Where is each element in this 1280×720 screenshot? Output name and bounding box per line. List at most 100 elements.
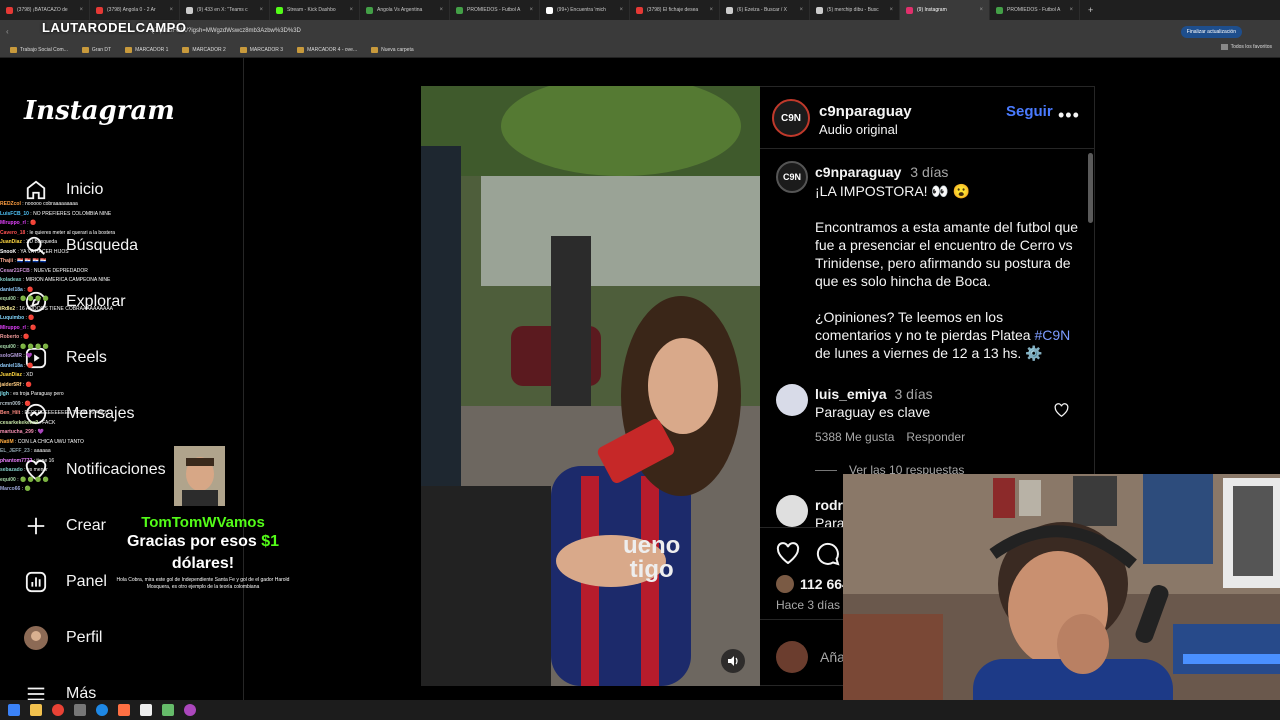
chat-text: 🔴 [23, 334, 30, 340]
bookmark-label: MARCADOR 1 [135, 46, 169, 53]
bookmark-icon [182, 46, 190, 53]
app-icon[interactable] [162, 704, 174, 716]
tab-close-icon[interactable]: × [1069, 7, 1073, 13]
emoji-avatar[interactable] [776, 641, 808, 673]
liker-avatar[interactable] [776, 575, 794, 593]
bookmark-item[interactable]: Nueva carpeta [371, 46, 414, 53]
tab-close-icon[interactable]: × [349, 7, 353, 13]
browser-tab[interactable]: (9) Instagram × [900, 0, 990, 20]
donor-avatar [174, 446, 225, 506]
more-options-icon[interactable]: ••• [1058, 105, 1080, 126]
chat-username: iRdle2 [0, 305, 16, 312]
chat-username: Mlruppo_rl [0, 324, 26, 331]
tab-close-icon[interactable]: × [169, 7, 173, 13]
bookmark-item[interactable]: MARCADOR 3 [239, 46, 283, 53]
new-tab-icon[interactable]: + [1080, 5, 1101, 15]
browser-tab[interactable]: Angola Vs Argentina × [360, 0, 450, 20]
chat-username: rcmn009 [0, 400, 21, 407]
browser-tab[interactable]: (9) 433 en X: "Teams c × [180, 0, 270, 20]
app-icon[interactable] [118, 704, 130, 716]
jersey-sponsor: ueno tigo [623, 534, 680, 582]
chat-username: Cavero_18 [0, 229, 26, 236]
caption-header: c9nparaguay 3 días [815, 164, 948, 180]
sponsor-line-1: ueno [623, 532, 681, 559]
post-video[interactable]: ueno tigo [421, 86, 760, 686]
browser-tab[interactable]: (3798) El fichaje desea × [630, 0, 720, 20]
file-explorer-icon[interactable] [30, 704, 42, 716]
sidebar-item-label: Inicio [66, 181, 104, 198]
tab-close-icon[interactable]: × [259, 7, 263, 13]
scrollbar[interactable] [1088, 153, 1093, 223]
tab-favicon-icon [96, 6, 103, 14]
author-username[interactable]: c9nparaguay [819, 103, 912, 120]
comment-likes[interactable]: 5388 Me gusta [815, 430, 894, 444]
chat-text: NUEVE DEPREDADOR [33, 267, 88, 274]
chat-message: JuanDiaz : XD [0, 371, 210, 381]
tab-close-icon[interactable]: × [619, 7, 623, 13]
bookmark-item[interactable]: Trabajo Social Com... [10, 46, 68, 53]
reply-button[interactable]: Responder [906, 430, 965, 444]
caption-username[interactable]: c9nparaguay [815, 164, 901, 180]
app-icon[interactable] [184, 704, 196, 716]
tab-close-icon[interactable]: × [799, 7, 803, 13]
bookmark-label: Trabajo Social Com... [20, 46, 68, 53]
commenter-avatar-2[interactable] [776, 495, 808, 527]
windows-start-icon[interactable] [8, 704, 20, 716]
bookmark-item[interactable]: MARCADOR 2 [182, 46, 226, 53]
tab-close-icon[interactable]: × [439, 7, 443, 13]
caption-avatar[interactable]: C9N [776, 161, 808, 193]
author-avatar[interactable]: C9N [772, 99, 810, 137]
browser-tab[interactable]: PROMIEDOS - Futbol A × [990, 0, 1080, 20]
chat-username: REDZcol [0, 201, 21, 207]
browser-tab[interactable]: PROMIEDOS - Futbol A × [450, 0, 540, 20]
hashtag-link[interactable]: #C9N [1034, 327, 1070, 343]
update-button[interactable]: Finalizar actualización [1180, 26, 1242, 38]
comment-username-2[interactable]: rodr [815, 497, 843, 513]
tab-close-icon[interactable]: × [79, 7, 83, 13]
audio-label[interactable]: Audio original [819, 122, 898, 137]
chat-text: FACK [42, 419, 56, 426]
chat-username: NatiM [0, 438, 14, 445]
bookmark-icon [239, 46, 247, 53]
comment-username[interactable]: luis_emiya [815, 386, 887, 402]
bookmarks-bar: Trabajo Social Com... Gran DT MARCADOR 1 MA… [0, 42, 1280, 58]
browser-tab[interactable]: (6) Ezeiza - Buscar / X × [720, 0, 810, 20]
browser-icon[interactable] [96, 704, 108, 716]
bookmark-item[interactable]: MARCADOR 4 - ove... [297, 46, 357, 53]
tab-label: (3798) Angola 0 - 2 Ar [107, 7, 156, 13]
donation-message: Hola Cobra, mira este gol de Independien… [116, 577, 290, 590]
tab-close-icon[interactable]: × [709, 7, 713, 13]
obs-icon[interactable] [74, 704, 86, 716]
chrome-icon[interactable] [52, 704, 64, 716]
bookmark-item[interactable]: MARCADOR 1 [125, 46, 169, 53]
all-bookmarks[interactable]: Todos los favoritos [1220, 44, 1272, 50]
tab-close-icon[interactable]: × [889, 7, 893, 13]
comment-like-icon[interactable] [1054, 403, 1069, 422]
chat-text: nooooo cobraaaaaaaaa [25, 201, 78, 207]
caption-paragraph-2: ¿Opiniones? Te leemos en los comentarios… [815, 308, 1080, 362]
sidebar-item-panel[interactable]: Panel [24, 568, 107, 596]
chat-text: CON LA CHICA UWU TANTO [17, 438, 84, 445]
follow-button[interactable]: Seguir [1006, 103, 1053, 120]
comment-icon[interactable] [816, 542, 840, 566]
like-icon[interactable] [776, 542, 800, 564]
comment-header: luis_emiya 3 días [815, 386, 933, 402]
browser-tab[interactable]: (99+) Encuentra 'mich × [540, 0, 630, 20]
browser-tab[interactable]: Stream - Kick Dashbo × [270, 0, 360, 20]
instagram-logo[interactable]: Instagram [24, 96, 175, 126]
mute-button[interactable] [721, 649, 745, 673]
back-icon[interactable]: ‹ [6, 27, 20, 36]
add-comment-input[interactable]: Aña [820, 649, 845, 665]
browser-tab[interactable]: (3798) Angola 0 - 2 Ar × [90, 0, 180, 20]
sidebar-item-crear[interactable]: Crear [24, 512, 106, 540]
app-icon[interactable] [140, 704, 152, 716]
tab-close-icon[interactable]: × [529, 7, 533, 13]
sidebar-item-perfil[interactable]: Perfil [24, 624, 102, 652]
tab-label: (3798) El fichaje desea [647, 7, 699, 13]
browser-tab[interactable]: (3798) ¡BATACAZO de × [0, 0, 90, 20]
bookmark-item[interactable]: Gran DT [81, 46, 111, 53]
browser-tab[interactable]: (5) merchip dibu - Busc × [810, 0, 900, 20]
chat-text: es troja Paraguay pero [13, 391, 64, 397]
commenter-avatar[interactable] [776, 384, 808, 416]
tab-close-icon[interactable]: × [979, 7, 983, 13]
